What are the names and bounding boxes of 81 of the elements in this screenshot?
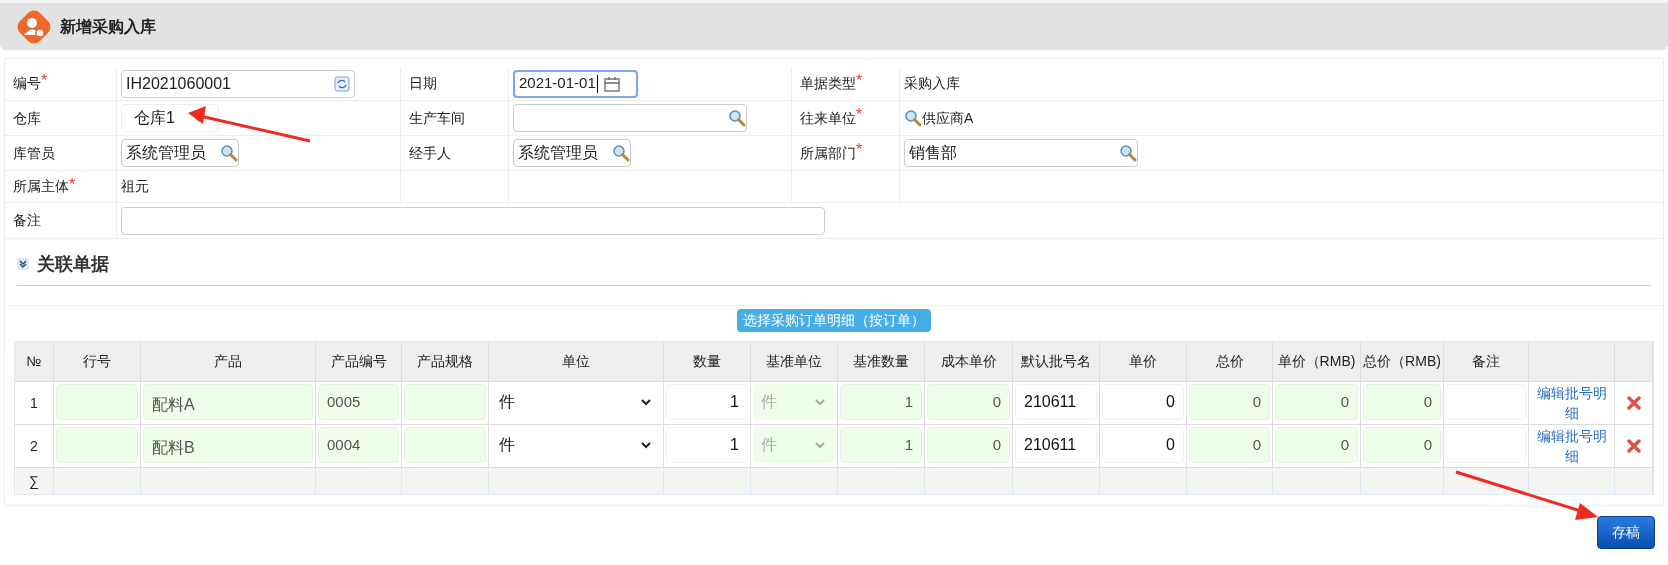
column-header: 总价（RMB) xyxy=(1361,342,1444,381)
batch-field[interactable]: 210611 xyxy=(1015,384,1097,420)
readonly-field: 0 xyxy=(1275,427,1358,463)
field-label: 日期 xyxy=(409,74,437,93)
edit-batch-link[interactable]: 编辑批号明细 xyxy=(1529,383,1614,423)
row-number: 2 xyxy=(30,436,38,456)
collapse-icon[interactable] xyxy=(17,258,29,270)
column-header: 备注 xyxy=(1444,342,1529,381)
column-header: 行号 xyxy=(54,342,141,381)
readonly-field: 配料A xyxy=(143,384,313,420)
date-field[interactable]: 2021-01-01 xyxy=(513,69,638,98)
row-number: 1 xyxy=(30,393,38,413)
column-header: 产品 xyxy=(141,342,316,381)
readonly-field: 0 xyxy=(927,384,1010,420)
field-value: 供应商A xyxy=(922,108,974,128)
readonly-field: 0 xyxy=(1363,384,1441,420)
field-label: 生产车间 xyxy=(409,108,465,128)
column-header: 产品规格 xyxy=(402,342,489,381)
required-mark: * xyxy=(69,177,76,193)
column-header: № xyxy=(15,342,54,381)
section-title: 关联单据 xyxy=(37,252,109,276)
price-field[interactable]: 0 xyxy=(1102,384,1184,420)
readonly-field: 1 xyxy=(840,427,922,463)
readonly-field: 1 xyxy=(840,384,922,420)
readonly-field: 0005 xyxy=(318,384,399,420)
batch-field[interactable]: 210611 xyxy=(1015,427,1097,463)
number-field[interactable]: IH2021060001 xyxy=(121,69,355,98)
sum-symbol: ∑ xyxy=(29,471,39,491)
column-header: 默认批号名 xyxy=(1013,342,1100,381)
page-title: 新增采购入库 xyxy=(60,16,156,37)
warehouse-select[interactable]: 仓库1 xyxy=(121,104,219,132)
readonly-field: 0 xyxy=(927,427,1010,463)
calendar-icon[interactable] xyxy=(602,74,621,93)
required-mark: * xyxy=(856,142,863,158)
delete-icon[interactable] xyxy=(1626,439,1641,453)
readonly-field: 0 xyxy=(1189,384,1270,420)
field-label: 经手人 xyxy=(409,143,451,163)
column-header: 基准单位 xyxy=(751,342,838,381)
column-header: 单价（RMB) xyxy=(1273,342,1361,381)
remarks-field[interactable] xyxy=(121,206,825,235)
lookup-field[interactable] xyxy=(513,104,747,132)
readonly-field: 0004 xyxy=(318,427,399,463)
readonly-field: 0 xyxy=(1189,427,1270,463)
quantity-field[interactable]: 1 xyxy=(666,427,748,463)
search-icon[interactable] xyxy=(612,144,630,162)
field-value: 采购入库 xyxy=(904,74,960,93)
readonly-field: 0 xyxy=(1363,427,1441,463)
required-mark: * xyxy=(41,73,48,89)
edit-batch-link[interactable]: 编辑批号明细 xyxy=(1529,426,1614,466)
column-header: 总价 xyxy=(1187,342,1273,381)
required-mark: * xyxy=(856,107,863,123)
field-label: 编号 xyxy=(13,75,41,93)
save-draft-button[interactable]: 存稿 xyxy=(1597,516,1655,549)
search-icon[interactable] xyxy=(728,109,746,127)
refresh-icon[interactable] xyxy=(334,75,350,92)
search-icon[interactable] xyxy=(220,144,238,162)
readonly-field: 配料B xyxy=(143,427,313,463)
field-label: 仓库 xyxy=(13,108,41,128)
price-field[interactable]: 0 xyxy=(1102,427,1184,463)
column-header: 成本单价 xyxy=(925,342,1013,381)
column-header: 基准数量 xyxy=(838,342,925,381)
field-value: 祖元 xyxy=(121,177,149,196)
field-label: 往来单位 xyxy=(800,109,856,128)
readonly-field: 0 xyxy=(1275,384,1358,420)
field-label: 库管员 xyxy=(13,143,55,163)
column-header: 单价 xyxy=(1100,342,1187,381)
lookup-field[interactable]: 销售部 xyxy=(904,139,1138,167)
required-mark: * xyxy=(856,73,863,89)
search-icon[interactable] xyxy=(904,109,922,127)
delete-icon[interactable] xyxy=(1626,396,1641,410)
field-label: 所属主体 xyxy=(13,177,69,196)
column-header: 产品编号 xyxy=(316,342,402,381)
field-label: 所属部门 xyxy=(800,144,856,163)
field-label: 单据类型 xyxy=(800,75,856,93)
lookup-field[interactable]: 系统管理员 xyxy=(513,139,631,167)
column-header: 单位 xyxy=(489,342,664,381)
column-header: 数量 xyxy=(664,342,751,381)
quantity-field[interactable]: 1 xyxy=(666,384,748,420)
field-label: 备注 xyxy=(13,211,41,230)
lookup-field[interactable]: 系统管理员 xyxy=(121,139,239,167)
search-icon[interactable] xyxy=(1119,144,1137,162)
